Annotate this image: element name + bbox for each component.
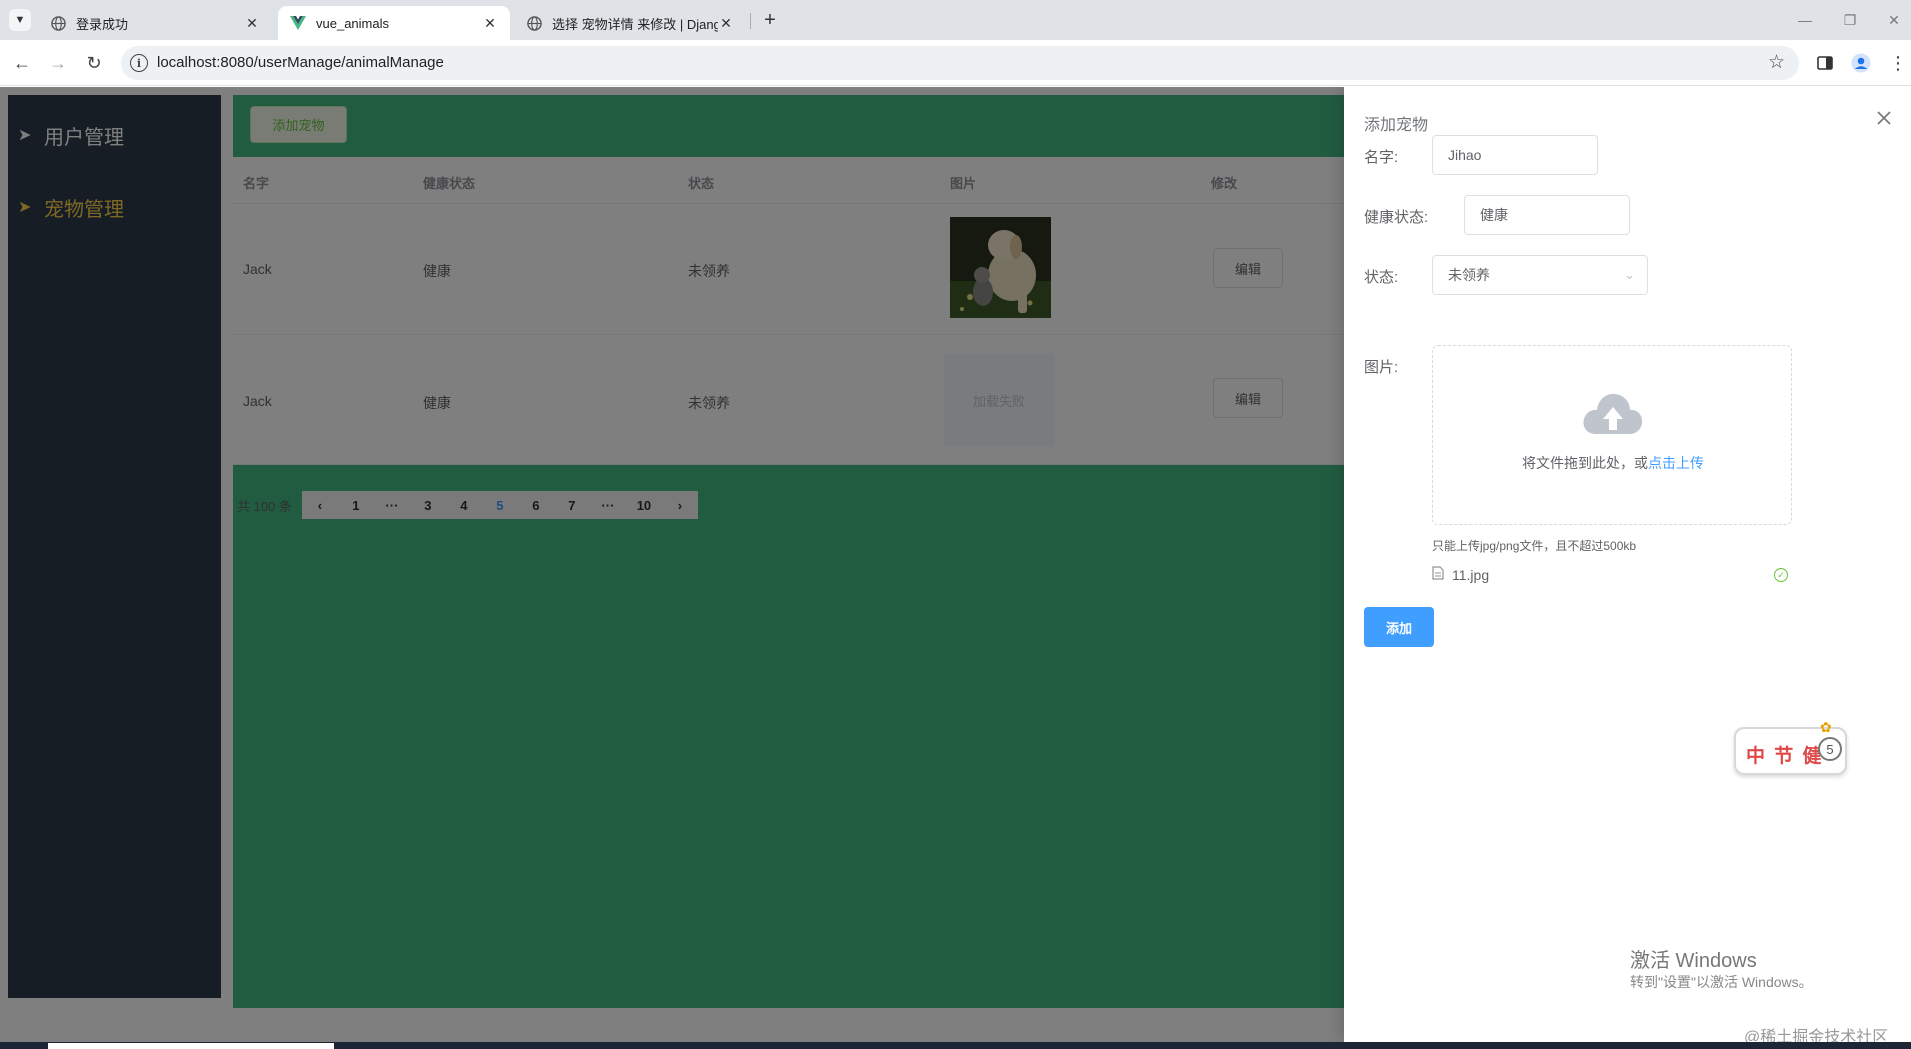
profile-avatar-icon[interactable] (1851, 53, 1871, 73)
windows-activation-subtitle: 转到"设置"以激活 Windows。 (1630, 974, 1813, 990)
submit-add-button[interactable]: 添加 (1364, 607, 1434, 647)
chevron-down-icon: ⌄ (1624, 267, 1635, 282)
new-tab-button[interactable]: + (758, 8, 782, 32)
minimize-button[interactable]: — (1790, 8, 1820, 32)
close-icon[interactable]: ✕ (718, 15, 734, 31)
upload-dropzone[interactable]: 将文件拖到此处，或点击上传 (1432, 345, 1792, 525)
status-select[interactable]: 未领养 ⌄ (1432, 255, 1648, 295)
image-label: 图片: (1364, 359, 1399, 376)
upload-tip: 只能上传jpg/png文件，且不超过500kb (1432, 539, 1637, 553)
tab-search-button[interactable]: ▼ (9, 9, 31, 31)
name-input-value: Jihao (1448, 147, 1482, 163)
name-label: 名字: (1364, 149, 1399, 166)
windows-activation-title: 激活 Windows (1630, 950, 1757, 972)
close-icon[interactable]: ✕ (244, 15, 260, 31)
os-taskbar (0, 1042, 1911, 1049)
bookmark-star-icon[interactable]: ☆ (1768, 51, 1785, 74)
document-icon (1432, 565, 1444, 585)
tab-separator (750, 13, 751, 29)
upload-cloud-icon (1582, 390, 1644, 441)
close-icon[interactable]: ✕ (482, 15, 498, 31)
uploaded-file-name: 11.jpg (1452, 567, 1490, 583)
upload-hint-text: 将文件拖到此处，或 (1522, 455, 1648, 471)
add-pet-drawer: 添加宠物 名字: Jihao 健康状态: 健康 状态: 未领养 ⌄ 图片: 将文… (1344, 87, 1911, 1042)
more-menu-icon[interactable]: ⋮ (1888, 53, 1908, 73)
browser-tab-strip: ▼ 登录成功 ✕ vue_animals ✕ 选择 宠物详情 来修改 | Dja… (0, 0, 1911, 40)
restore-button[interactable]: ❐ (1835, 8, 1865, 32)
flower-icon: ✿ (1820, 719, 1832, 735)
globe-icon (50, 15, 66, 31)
chevron-down-icon: ▼ (14, 14, 26, 26)
back-button[interactable]: ← (10, 51, 34, 75)
floating-sticker-widget[interactable]: ✿ 中 节 健 5 (1734, 719, 1847, 775)
tab-label: vue_animals (316, 15, 389, 31)
name-input[interactable]: Jihao (1432, 135, 1598, 175)
globe-icon (526, 15, 542, 31)
forward-button[interactable]: → (46, 51, 70, 75)
side-panel-icon[interactable] (1815, 53, 1835, 73)
sticker-text: 中 节 健 (1746, 746, 1824, 767)
reload-button[interactable]: ↻ (82, 51, 106, 75)
health-label: 健康状态: (1364, 209, 1429, 226)
status-label: 状态: (1364, 269, 1399, 286)
app-page: ➤ 用户管理 ➤ 宠物管理 添加宠物 名字 健康状态 状态 图片 修改 Jack… (0, 87, 1911, 1042)
upload-click-link[interactable]: 点击上传 (1648, 455, 1704, 471)
health-input[interactable]: 健康 (1464, 195, 1630, 235)
site-info-icon[interactable]: i (130, 54, 148, 72)
sticker-badge: 5 (1818, 737, 1842, 761)
url-text: localhost:8080/userManage/animalManage (157, 54, 444, 71)
tab-label: 选择 宠物详情 来修改 | Django (552, 16, 718, 32)
tab-django-admin[interactable]: 选择 宠物详情 来修改 | Django ✕ (514, 6, 746, 40)
tab-vue-animals[interactable]: vue_animals ✕ (278, 6, 510, 40)
health-input-value: 健康 (1480, 207, 1508, 223)
success-check-icon: ✓ (1774, 568, 1788, 582)
tab-login-success[interactable]: 登录成功 ✕ (38, 6, 272, 40)
browser-toolbar: ← → ↻ i localhost:8080/userManage/animal… (0, 40, 1911, 86)
close-window-button[interactable]: ✕ (1879, 8, 1909, 32)
drawer-title: 添加宠物 (1364, 117, 1429, 134)
address-bar[interactable]: i localhost:8080/userManage/animalManage… (121, 46, 1799, 80)
uploaded-file-item[interactable]: 11.jpg ✓ (1432, 563, 1794, 587)
status-select-value: 未领养 (1448, 267, 1490, 283)
taskbar-search-box[interactable] (48, 1043, 334, 1049)
vue-logo-icon (290, 15, 306, 31)
upload-hint: 将文件拖到此处，或点击上传 (1433, 453, 1793, 473)
tab-label: 登录成功 (76, 16, 129, 32)
close-icon[interactable] (1874, 108, 1894, 128)
